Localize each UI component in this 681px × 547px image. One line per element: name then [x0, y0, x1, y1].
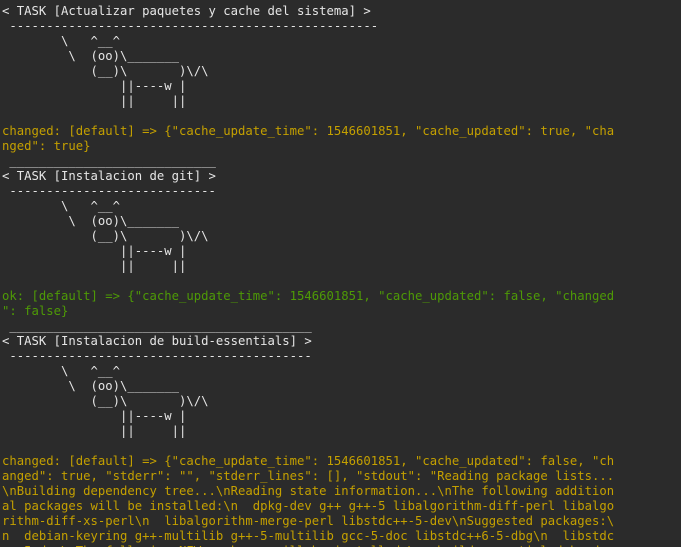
terminal-line: ||----w |	[2, 79, 187, 93]
terminal-line: \nBuilding dependency tree...\nReading s…	[2, 484, 615, 498]
terminal-line: ----------------------------------------…	[2, 349, 312, 363]
terminal-line: < TASK [Instalacion de git] >	[2, 169, 216, 183]
terminal-line: \ ^__^	[2, 199, 121, 213]
terminal-line: || ||	[2, 424, 187, 438]
terminal-line: nged": true}	[2, 139, 91, 153]
terminal-line: ||----w |	[2, 409, 187, 423]
terminal-line: \ ^__^	[2, 34, 121, 48]
terminal-line: (__)\ )\/\	[2, 229, 209, 243]
terminal-line: changed: [default] => {"cache_update_tim…	[2, 124, 615, 138]
terminal-line: ----------------------------	[2, 184, 216, 198]
terminal-line: (__)\ )\/\	[2, 394, 209, 408]
terminal-line: \ ^__^	[2, 364, 121, 378]
terminal-line: ok: [default] => {"cache_update_time": 1…	[2, 289, 615, 303]
terminal-line: \ (oo)\_______	[2, 49, 180, 63]
terminal-line: ____________________________	[2, 154, 216, 168]
terminal-line: || ||	[2, 259, 187, 273]
terminal-line: ________________________________________…	[2, 319, 312, 333]
terminal-line: < TASK [Instalacion de build-essentials]…	[2, 334, 312, 348]
terminal-line: (__)\ )\/\	[2, 64, 209, 78]
terminal-line: < TASK [Actualizar paquetes y cache del …	[2, 4, 371, 18]
terminal-line: anged": true, "stderr": "", "stderr_line…	[2, 469, 615, 483]
terminal-line: \ (oo)\_______	[2, 379, 180, 393]
terminal-line: || ||	[2, 94, 187, 108]
terminal-line: ----------------------------------------…	[2, 19, 379, 33]
terminal-line: ||----w |	[2, 244, 187, 258]
terminal-line: al packages will be installed:\n dpkg-de…	[2, 499, 615, 513]
terminal-line: \ (oo)\_______	[2, 214, 180, 228]
terminal-line: ": false}	[2, 304, 69, 318]
terminal-line: changed: [default] => {"cache_update_tim…	[2, 454, 615, 468]
terminal-line: rithm-diff-xs-perl\n libalgorithm-merge-…	[2, 514, 615, 528]
terminal-window[interactable]: < TASK [Actualizar paquetes y cache del …	[0, 0, 681, 547]
terminal-line: n debian-keyring g++-multilib g++-5-mult…	[2, 529, 615, 543]
